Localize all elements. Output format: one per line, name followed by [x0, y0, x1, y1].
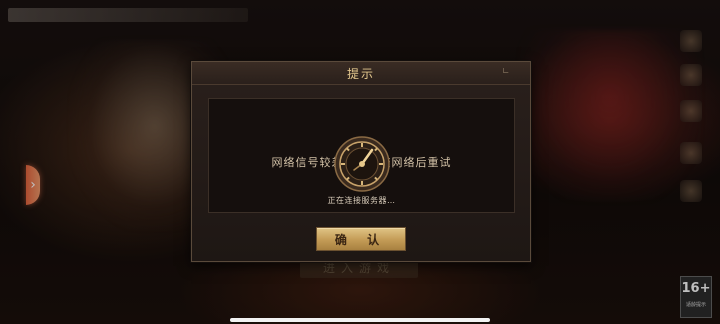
dialog-title: 提示: [346, 67, 375, 81]
game-screen: › 进入游戏 16+ 适龄提示 提示 ∟ 网络信号较差，请检查网络后重试 正在连…: [0, 0, 720, 324]
corner-ornament-icon: ∟: [502, 67, 510, 77]
loading-dial-icon: [334, 136, 390, 192]
home-indicator[interactable]: [230, 318, 490, 322]
confirm-button-label: 确 认: [334, 232, 388, 247]
connecting-status: 正在连接服务器…: [327, 196, 396, 205]
network-alert-dialog: 提示 ∟ 网络信号较差，请检查网络后重试 正在连接服务器…: [191, 61, 531, 262]
confirm-button[interactable]: 确 认: [316, 227, 406, 251]
dialog-title-bar: 提示 ∟: [192, 62, 530, 85]
